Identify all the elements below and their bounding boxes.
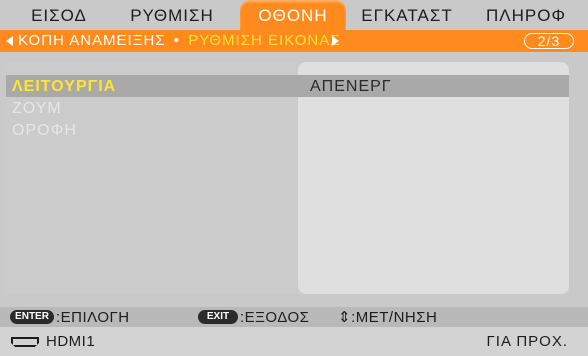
move-help-text: ⇕:ΜΕΤ/ΝΗΣΗ <box>338 309 438 326</box>
menu-item-label: ΖΟΥΜ <box>12 100 62 117</box>
breadcrumb-current: ΡΥΘΜΙΣΗ ΕΙΚΟΝΑΣ <box>188 32 341 49</box>
input-source: HDMI1 <box>46 333 96 350</box>
menu-item-label: ΟΡΟΦΗ <box>12 122 77 139</box>
arrow-right-icon[interactable] <box>332 36 339 46</box>
tab-input[interactable]: ΕΙΣΟΔ <box>14 0 104 30</box>
exit-help-text: :ΕΞΟΔΟΣ <box>240 309 310 326</box>
breadcrumb-previous[interactable]: ΚΟΠΗ ΑΝΑΜΕΙΞΗΣ <box>18 32 166 49</box>
menu-item-label: ΛΕΙΤΟΥΡΓΙΑ <box>12 78 117 95</box>
breadcrumb: ΚΟΠΗ ΑΝΑΜΕΙΞΗΣ • ΡΥΘΜΙΣΗ ΕΙΚΟΝΑΣ <box>18 30 340 52</box>
projector-menu: ΕΙΣΟΔ ΡΥΘΜΙΣΗ ΟΘΟΝΗ ΕΓΚΑΤΑΣΤ ΠΛΗΡΟΦ ΚΟΠΗ… <box>0 0 588 356</box>
tab-installation[interactable]: ΕΓΚΑΤΑΣΤ <box>348 0 466 30</box>
enter-help-text: :ΕΠΙΛΟΓΗ <box>56 309 130 326</box>
status-right-text: ΓΙΑ ΠΡΟΧ. <box>486 333 568 350</box>
tab-info[interactable]: ΠΛΗΡΟΦ <box>476 0 576 30</box>
hdmi-icon <box>11 337 39 347</box>
status-bar: HDMI1 ΓΙΑ ΠΡΟΧ. <box>0 327 588 356</box>
exit-key-badge: EXIT <box>198 310 238 324</box>
enter-key-badge: ENTER <box>10 310 54 324</box>
menu-tabs: ΕΙΣΟΔ ΡΥΘΜΙΣΗ ΟΘΟΝΗ ΕΓΚΑΤΑΣΤ ΠΛΗΡΟΦ <box>0 0 588 30</box>
settings-panel: ΛΕΙΤΟΥΡΓΙΑ ΑΠΕΝΕΡΓ ΖΟΥΜ ΟΡΟΦΗ <box>6 62 569 294</box>
page-indicator: 2/3 <box>524 33 574 49</box>
help-bar: ENTER :ΕΠΙΛΟΓΗ EXIT :ΕΞΟΔΟΣ ⇕:ΜΕΤ/ΝΗΣΗ <box>0 307 588 327</box>
menu-item-mode[interactable]: ΛΕΙΤΟΥΡΓΙΑ ΑΠΕΝΕΡΓ <box>6 75 569 97</box>
tab-setup[interactable]: ΡΥΘΜΙΣΗ <box>117 0 227 30</box>
menu-item-value[interactable]: ΑΠΕΝΕΡΓ <box>310 75 392 99</box>
arrow-left-icon[interactable] <box>6 36 13 46</box>
tab-display[interactable]: ΟΘΟΝΗ <box>240 0 346 30</box>
breadcrumb-separator: • <box>173 32 181 49</box>
submenu-bar: ΚΟΠΗ ΑΝΑΜΕΙΞΗΣ • ΡΥΘΜΙΣΗ ΕΙΚΟΝΑΣ 2/3 <box>0 30 588 52</box>
